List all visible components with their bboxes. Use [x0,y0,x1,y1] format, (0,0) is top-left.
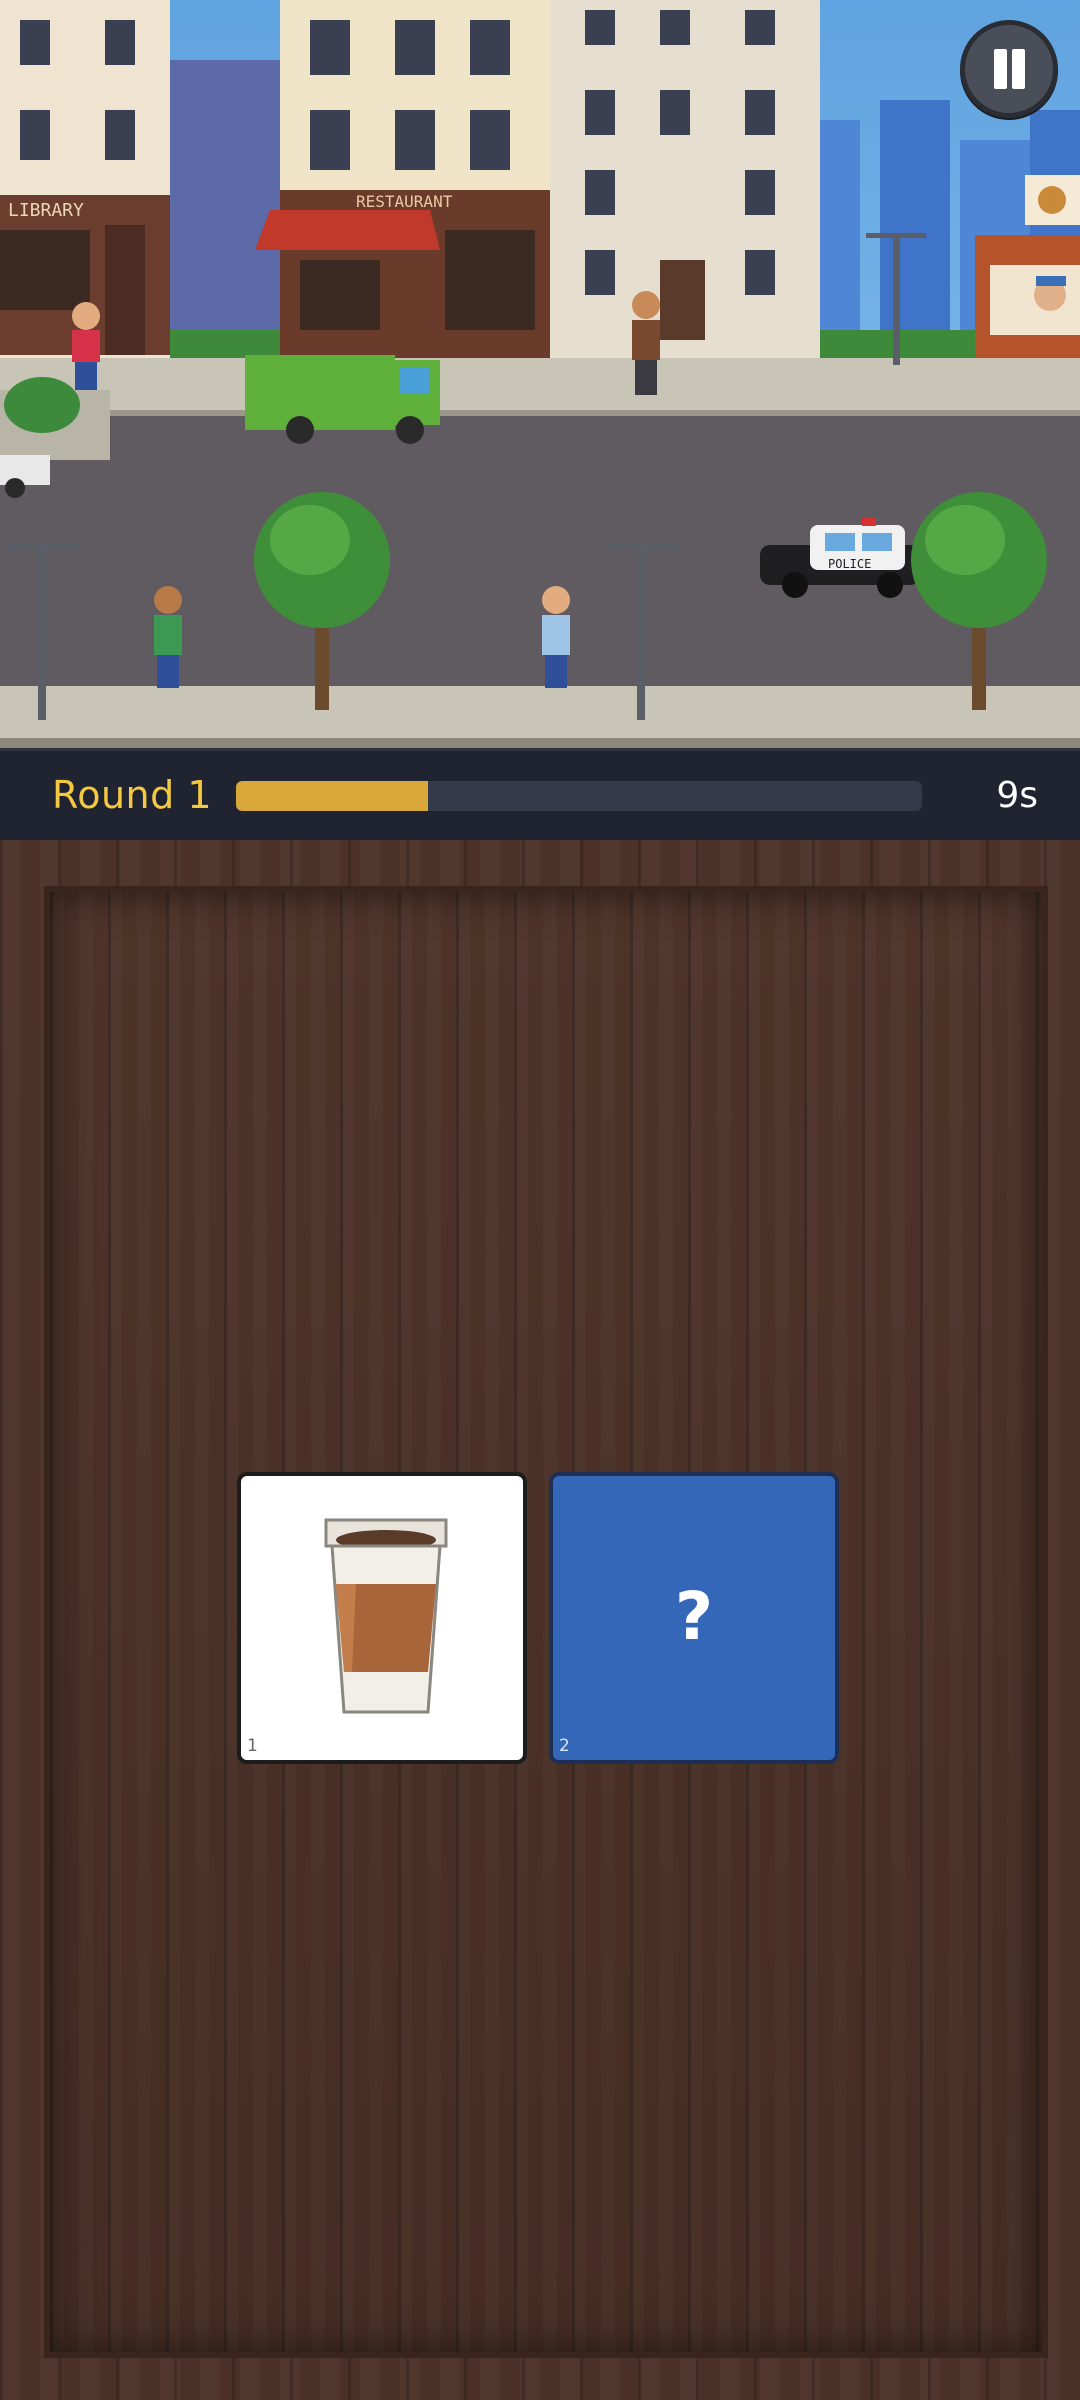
apartment-building [550,0,820,360]
card-play-area [44,886,1048,2358]
card-number: 1 [247,1736,258,1756]
restaurant-building: RESTAURANT [255,0,550,360]
wooden-table [0,840,1080,2400]
card-1[interactable]: 1 [237,1472,527,1764]
hidden-card-question-mark: ? [674,1578,714,1655]
police-car-label: POLICE [828,557,871,571]
pause-icon [994,49,1007,89]
city-street-scene: LIBRARY RESTAURANT POLICE [0,0,1080,748]
pedestrian [72,302,100,390]
pedestrian [542,586,570,688]
pedestrian [154,586,182,688]
round-status-bar: Round 1 9s [0,748,1080,840]
library-sign: LIBRARY [8,200,84,221]
card-2[interactable]: ? 2 [549,1472,839,1764]
pause-button[interactable] [960,20,1058,118]
round-progress-bar [236,781,922,811]
restaurant-sign: RESTAURANT [356,192,453,211]
round-progress-fill [236,781,429,811]
coffee-cup-icon [324,1518,448,1714]
pedestrian [632,291,660,395]
card-number: 2 [559,1736,570,1756]
round-label: Round 1 [52,773,212,817]
countdown-timer: 9s [996,775,1038,816]
